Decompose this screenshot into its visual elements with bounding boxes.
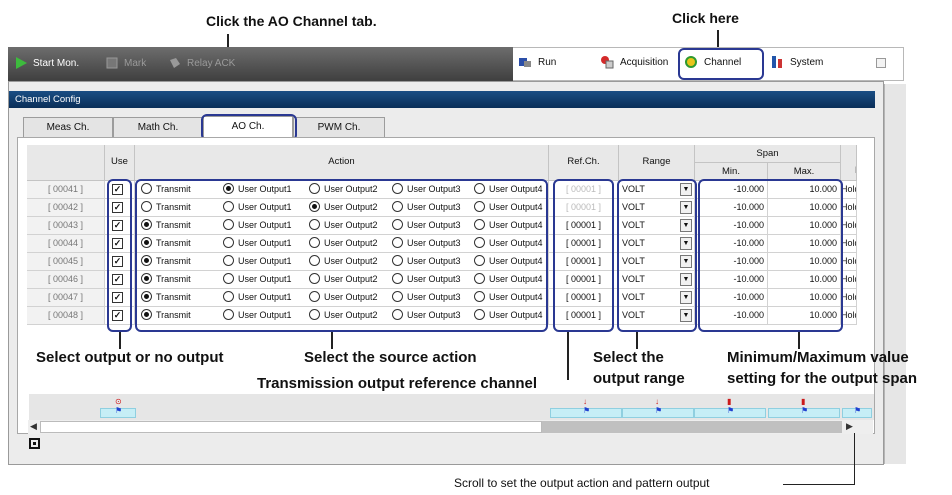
channel-number: [ 00047 ] [27,289,105,307]
range-column-highlight [617,179,697,332]
next-column-cell: Hold [841,217,857,235]
next-column-cell: Hold [841,289,857,307]
flag-icon: ⚑ [115,406,123,415]
right-panel [884,84,906,464]
minimize-icon[interactable] [876,58,886,68]
monitor-toolbar: Start Mon. Mark Relay ACK [8,47,513,81]
relay-ack-button[interactable]: Relay ACK [168,56,235,70]
marker-top-icon: ⊙ [115,397,122,406]
next-column-cell: Hold [841,271,857,289]
scroll-left-arrow-icon[interactable]: ◀ [30,421,37,432]
pattern-marker[interactable]: ⊙ ⚑ [100,397,136,418]
pattern-marker[interactable]: ▮ ⚑ [768,397,840,418]
header-action: Action [135,145,549,181]
scrollbar-thumb[interactable] [40,421,542,433]
pattern-marker[interactable]: ⚑ [842,406,872,418]
tab-math-ch[interactable]: Math Ch. [113,117,203,137]
use-callout-line [119,332,121,349]
scroll-callout-line-v [854,433,855,485]
header-range: Range [619,145,695,181]
channel-highlight [678,48,764,80]
acquisition-button[interactable]: Acquisition [600,55,668,69]
system-icon [772,56,782,68]
header-next-column: F [841,145,857,181]
play-icon [16,57,27,69]
callout-ao-tab: Click the AO Channel tab. [206,13,377,29]
callout-scroll: Scroll to set the output action and patt… [454,476,710,490]
action-column-highlight [135,179,548,332]
flag-icon: ⚑ [727,406,735,415]
marker-top-icon: ▮ [801,397,806,406]
callout-select-action: Select the source action [304,349,477,366]
flag-icon: ⚑ [801,406,809,415]
next-column-cell: Hold [841,199,857,217]
callout-ref-channel: Transmission output reference channel [257,375,538,392]
scroll-callout-line-h [783,484,855,485]
use-column-highlight [107,179,132,332]
callout-select-output: Select output or no output [36,349,224,366]
pattern-marker[interactable]: ↓ ⚑ [550,397,622,418]
channel-number: [ 00041 ] [27,181,105,199]
range-callout-line [636,332,638,349]
window-title: Channel Config [9,91,875,108]
panel-corner-icon[interactable] [29,438,40,449]
run-button[interactable]: Run [518,55,556,69]
callout-click-here: Click here [672,10,739,26]
mark-button[interactable]: Mark [105,56,146,70]
channel-number: [ 00048 ] [27,307,105,325]
acquisition-icon [601,56,614,69]
start-mon-button[interactable]: Start Mon. [14,56,79,70]
system-button[interactable]: System [770,55,823,69]
span-column-highlight [698,179,843,332]
flag-icon: ⚑ [655,406,663,415]
channel-number: [ 00043 ] [27,217,105,235]
span-callout-line [798,332,800,349]
scroll-right-arrow-icon[interactable]: ▶ [846,421,853,432]
callout-span-line2: setting for the output span [727,370,917,387]
channel-number: [ 00042 ] [27,199,105,217]
channel-number: [ 00044 ] [27,235,105,253]
callout-range-line1: Select the [593,349,664,366]
marker-top-icon: ↓ [655,397,659,406]
header-span: Span [695,145,841,163]
channel-number: [ 00046 ] [27,271,105,289]
tab-pwm-ch[interactable]: PWM Ch. [293,117,385,137]
scrollbar-track[interactable] [542,421,842,433]
header-use: Use [105,145,135,181]
next-column-cell: Hold [841,253,857,271]
next-column-cell: Hold [841,181,857,199]
tab-meas-ch[interactable]: Meas Ch. [23,117,113,137]
channel-number: [ 00045 ] [27,253,105,271]
callout-range-line2: output range [593,370,685,387]
marker-top-icon: ▮ [727,397,732,406]
ref-callout-line [567,332,569,380]
flag-icon: ⚑ [854,406,862,415]
pattern-marker[interactable]: ↓ ⚑ [622,397,694,418]
flag-icon: ⚑ [583,406,591,415]
ref-column-highlight [553,179,614,332]
marker-top-icon: ↓ [583,397,587,406]
next-column-cell: Hold [841,235,857,253]
action-callout-line [331,332,333,349]
callout-span-line1: Minimum/Maximum value [727,349,909,366]
header-ref-ch: Ref.Ch. [549,145,619,181]
mark-icon [106,57,118,69]
relay-ack-icon [170,58,180,68]
pattern-marker[interactable]: ▮ ⚑ [694,397,766,418]
row-label-header [27,145,105,181]
next-column-cell: Hold [841,307,857,325]
run-icon [519,58,531,67]
